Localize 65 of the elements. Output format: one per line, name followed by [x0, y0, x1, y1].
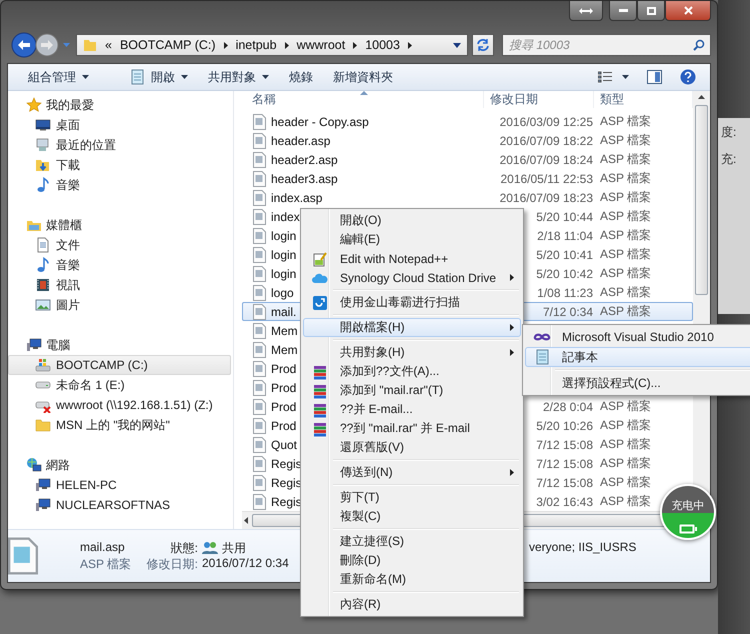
field-label: 狀態:: [170, 540, 199, 556]
date-cell: 1/08 11:23: [537, 286, 593, 300]
file-type: ASP 檔案: [80, 556, 132, 572]
type-cell: ASP 檔案: [600, 114, 652, 128]
file-name: Prod: [271, 380, 296, 394]
file-name: mail.asp: [80, 540, 125, 556]
date-cell: 5/20 10:42: [536, 266, 593, 280]
type-cell: ASP 檔案: [600, 228, 652, 242]
type-cell: ASP 檔案: [600, 247, 652, 261]
type-cell: ASP 檔案: [600, 171, 652, 185]
file-name: index: [271, 210, 300, 224]
type-cell: ASP 檔案: [600, 399, 652, 413]
field-value: 2016/07/12 0:34: [202, 556, 289, 572]
date-cell: 2016/07/09 18:23: [500, 190, 593, 204]
file-name: mail.: [271, 304, 296, 318]
file-name: header - Copy.asp: [271, 114, 369, 128]
file-name: Prod: [271, 400, 296, 414]
file-name: Regis: [271, 494, 302, 508]
date-cell: 2016/05/11 22:53: [500, 172, 593, 186]
date-cell: 5/20 10:26: [536, 418, 593, 432]
date-cell: 2016/07/09 18:22: [500, 134, 593, 148]
file-name: Regis: [271, 476, 302, 490]
type-cell: ASP 檔案: [600, 285, 652, 299]
type-cell: ASP 檔案: [600, 456, 652, 470]
field-label: 度:: [721, 124, 738, 141]
date-cell: 3/02 16:43: [536, 494, 593, 508]
file-name: header2.asp: [271, 152, 338, 166]
file-name: login: [271, 228, 296, 242]
file-name: login: [271, 266, 296, 280]
type-cell: ASP 檔案: [600, 494, 652, 508]
file-name: Mem: [271, 342, 298, 356]
date-cell: 2/18 11:04: [537, 228, 593, 242]
date-cell: 2016/07/09 18:24: [500, 152, 593, 166]
field-value: veryone; IIS_IUSRS: [529, 540, 636, 556]
date-cell: 7/12 15:08: [536, 456, 593, 470]
date-cell: 2016/03/09 12:25: [500, 114, 593, 128]
file-name: Regis: [271, 456, 302, 470]
type-cell: ASP 檔案: [600, 266, 652, 280]
date-cell: 7/12 15:08: [536, 476, 593, 490]
type-cell: ASP 檔案: [600, 133, 652, 147]
field-label: 修改日期:: [146, 556, 199, 572]
file-name: Prod: [271, 418, 296, 432]
type-cell: ASP 檔案: [600, 437, 652, 451]
field-value: 共用: [222, 540, 246, 556]
field-label: 充:: [721, 151, 738, 168]
file-name: logo: [271, 286, 294, 300]
badge-label: 充电中: [670, 499, 706, 514]
file-name: header.asp: [271, 134, 330, 148]
date-cell: 5/20 10:44: [536, 210, 593, 224]
date-cell: 7/12 15:08: [536, 438, 593, 452]
type-cell: ASP 檔案: [600, 475, 652, 489]
type-cell: ASP 檔案: [600, 190, 652, 204]
type-cell: ASP 檔案: [600, 152, 652, 166]
file-name: Mem: [271, 324, 298, 338]
type-cell: ASP 檔案: [600, 418, 652, 432]
type-cell: ASP 檔案: [600, 304, 652, 318]
file-name: login: [271, 248, 296, 262]
date-cell: 2/28 0:04: [542, 400, 593, 414]
file-name: Quot: [271, 438, 298, 452]
type-cell: ASP 檔案: [600, 209, 652, 223]
file-name: Prod: [271, 362, 296, 376]
date-cell: 5/20 10:41: [536, 248, 593, 262]
date-cell: 7/12 0:34: [542, 304, 593, 318]
file-name: index.asp: [271, 190, 322, 204]
file-name: header3.asp: [271, 172, 338, 186]
